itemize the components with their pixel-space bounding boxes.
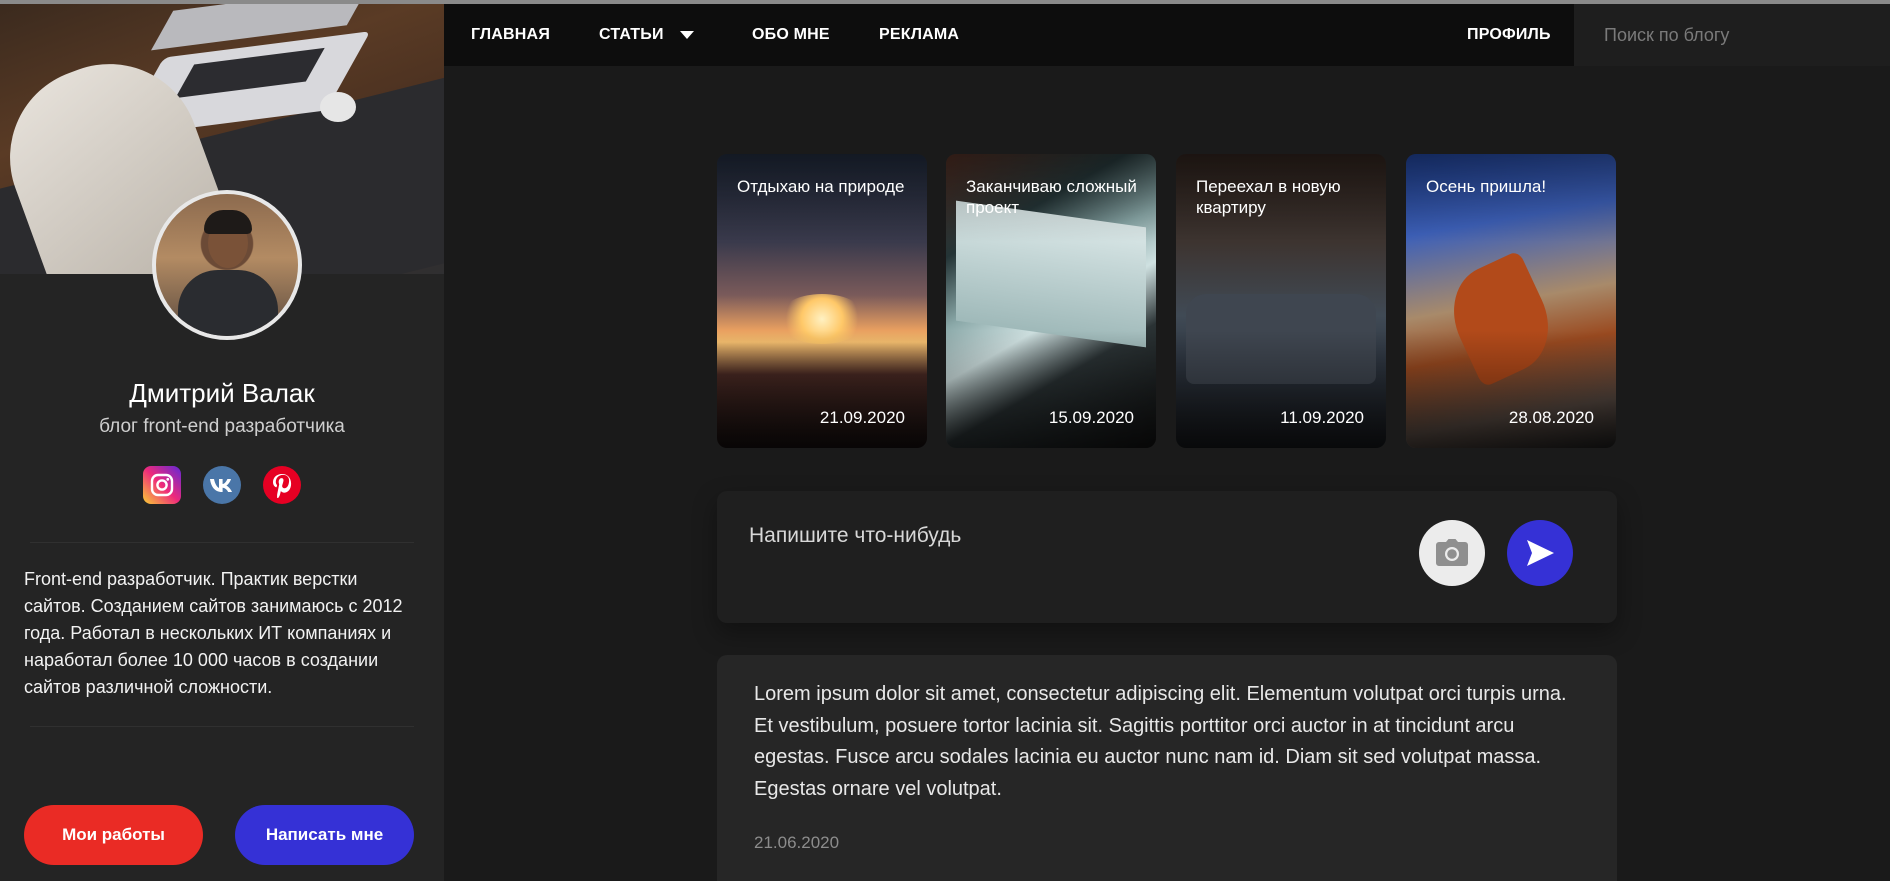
chevron-down-icon — [679, 31, 694, 39]
author-name: Дмитрий Валак — [129, 378, 315, 408]
nav-home[interactable]: ГЛАВНАЯ — [471, 4, 550, 66]
story-date: 15.09.2020 — [1048, 408, 1134, 427]
send-button[interactable] — [1507, 520, 1573, 586]
story-title: Отдыхаю на природе — [737, 177, 905, 196]
nav-about[interactable]: ОБО МНЕ — [752, 4, 830, 66]
write-me-button[interactable]: Написать мне — [235, 805, 414, 865]
story-date: 28.08.2020 — [1508, 408, 1594, 427]
vk-icon[interactable] — [203, 466, 241, 504]
story-title: Переехал в новую квартиру — [1196, 177, 1341, 217]
nav-articles[interactable]: СТАТЬИ — [599, 4, 694, 66]
pinterest-icon[interactable] — [263, 466, 301, 504]
author-about: Front-end разработчик. Практик верстки с… — [24, 569, 403, 697]
nav-profile[interactable]: ПРОФИЛЬ — [1467, 4, 1551, 66]
camera-icon — [1436, 539, 1468, 566]
post-text: Lorem ipsum dolor sit amet, consectetur … — [754, 683, 1567, 800]
post-card: Lorem ipsum dolor sit amet, consectetur … — [717, 655, 1617, 881]
story-date: 21.09.2020 — [819, 408, 905, 427]
story-title: Заканчиваю сложный проект — [966, 177, 1137, 217]
story-title: Осень пришла! — [1426, 177, 1547, 196]
story-card[interactable]: Переехал в новую квартиру 11.09.2020 — [1176, 154, 1386, 448]
story-card[interactable]: Отдыхаю на природе 21.09.2020 — [717, 154, 927, 448]
story-card[interactable]: Заканчиваю сложный проект 15.09.2020 — [946, 154, 1156, 448]
divider — [30, 726, 414, 727]
search-input[interactable] — [1574, 4, 1890, 66]
nav-articles-label: СТАТЬИ — [599, 26, 664, 43]
story-date: 11.09.2020 — [1280, 408, 1364, 427]
post-composer — [717, 491, 1617, 623]
send-icon — [1527, 540, 1554, 566]
nav-ads[interactable]: РЕКЛАМА — [879, 4, 959, 66]
sidebar: Дмитрий Валак блог front-end разработчик… — [0, 4, 444, 881]
story-card[interactable]: Осень пришла! 28.08.2020 — [1406, 154, 1616, 448]
top-navigation: ГЛАВНАЯ СТАТЬИ ОБО МНЕ РЕКЛАМА ПРОФИЛЬ — [444, 4, 1890, 66]
avatar — [152, 190, 302, 340]
author-subtitle: блог front-end разработчика — [99, 416, 345, 437]
post-date: 21.06.2020 — [754, 833, 840, 852]
my-works-button[interactable]: Мои работы — [24, 805, 203, 865]
post-input[interactable] — [749, 521, 1369, 551]
divider — [30, 542, 414, 543]
instagram-icon[interactable] — [143, 466, 181, 504]
attach-photo-button[interactable] — [1419, 520, 1485, 586]
social-links — [0, 466, 444, 504]
